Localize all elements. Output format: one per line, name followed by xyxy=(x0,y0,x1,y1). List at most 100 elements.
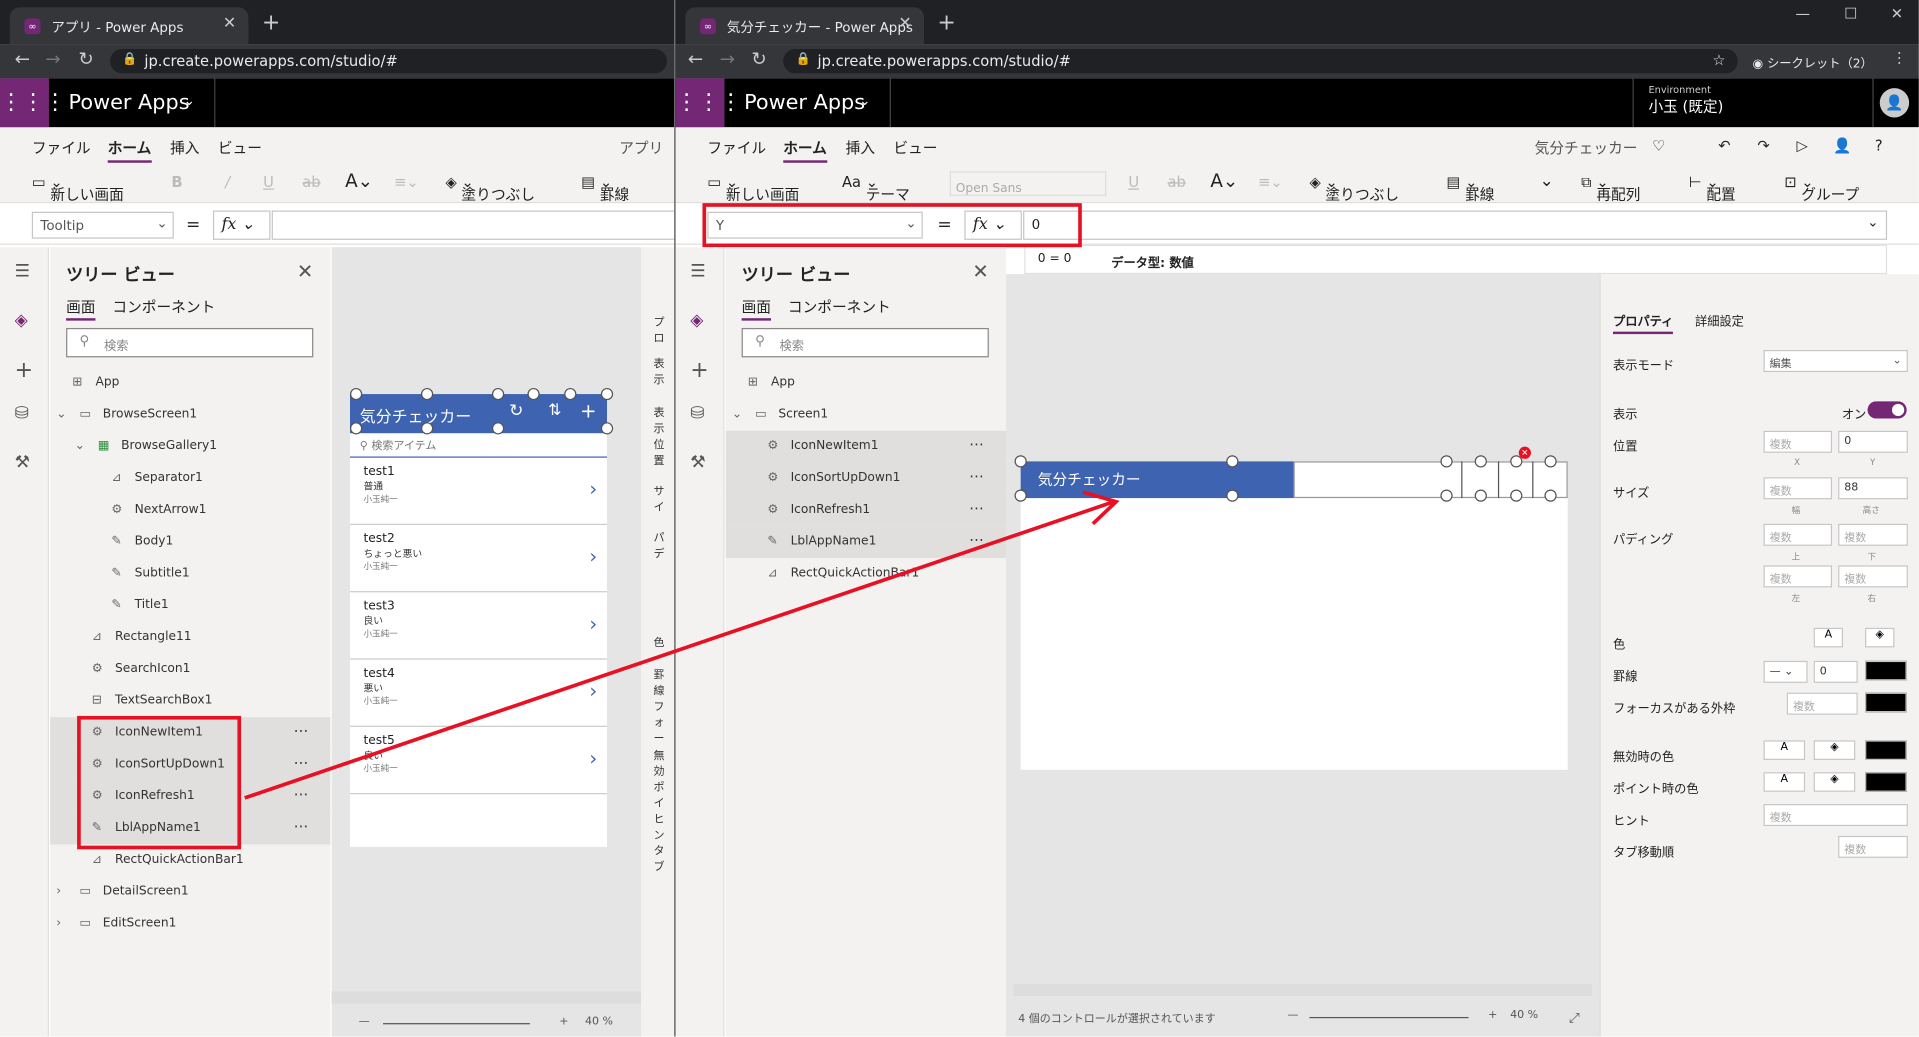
database-icon[interactable]: ⛁ xyxy=(690,404,704,424)
horizontal-scrollbar[interactable] xyxy=(331,991,642,1004)
app-header[interactable]: 気分チェッカー xyxy=(1020,461,1294,499)
resize-handle[interactable] xyxy=(1226,489,1239,502)
browser-tab[interactable]: ∞ アプリ - Power Apps ✕ xyxy=(9,7,249,45)
next-arrow-icon[interactable]: › xyxy=(589,747,597,770)
hover-text-swatch[interactable]: A xyxy=(1763,772,1806,792)
fill-button[interactable]: ◈ 塗りつぶし ⌄ xyxy=(445,174,535,203)
resize-handle[interactable] xyxy=(1014,455,1027,468)
disabled-border-swatch[interactable] xyxy=(1865,740,1907,760)
resize-handle[interactable] xyxy=(491,422,505,435)
resize-handle[interactable] xyxy=(1440,489,1453,502)
underline-button[interactable]: U xyxy=(1128,174,1139,191)
formula-input[interactable] xyxy=(271,210,675,240)
font-color-button[interactable]: A⌄ xyxy=(345,170,373,192)
list-item[interactable]: test5 良い 小玉純一 › xyxy=(350,727,608,795)
list-item[interactable]: test4 悪い 小玉純一 › xyxy=(350,660,608,727)
tab-index-input[interactable]: 複数 xyxy=(1838,835,1908,858)
italic-button[interactable]: / xyxy=(225,174,230,191)
pos-x-input[interactable]: 複数 xyxy=(1763,430,1833,453)
property-dropdown[interactable]: Tooltip ⌄ xyxy=(31,211,174,239)
padding-bottom-input[interactable]: 複数 xyxy=(1838,523,1908,546)
menu-insert[interactable]: 挿入 xyxy=(846,137,875,158)
padding-left-input[interactable]: 複数 xyxy=(1763,565,1833,588)
gallery-search-input[interactable]: ⚲ 検索アイテム xyxy=(350,433,608,458)
tree-search-input[interactable]: ⚲ 検索 xyxy=(66,327,314,358)
resize-handle[interactable] xyxy=(1014,489,1027,502)
brand-name[interactable]: Power Apps xyxy=(744,91,865,115)
tree-node[interactable]: ⌄ ▭ Screen1 xyxy=(726,399,1006,431)
design-canvas[interactable]: 気分チェッカー ↻ ⇅ + ⚲ 検索アイテム test1 普通 小玉純一 › test… xyxy=(331,247,642,1037)
menu-home[interactable]: ホーム xyxy=(107,137,152,163)
menu-insert[interactable]: 挿入 xyxy=(170,137,199,158)
url-field[interactable]: 🔒 jp.create.powerapps.com/studio/# xyxy=(110,48,667,74)
more-icon[interactable]: ⋯ xyxy=(969,467,984,484)
hamburger-icon[interactable]: ☰ xyxy=(690,262,705,282)
fx-button[interactable]: fx ⌄ xyxy=(212,210,271,240)
avatar[interactable]: 👤 xyxy=(1879,88,1910,118)
star-icon[interactable]: ☆ xyxy=(1712,51,1725,68)
list-item[interactable]: test2 ちょっと悪い 小玉純一 › xyxy=(350,525,608,593)
tree-node[interactable]: ⊿ Separator1 xyxy=(50,463,330,495)
url-field[interactable]: 🔒 jp.create.powerapps.com/studio/# ☆ xyxy=(783,48,1738,74)
height-input[interactable]: 88 xyxy=(1838,477,1908,500)
list-item[interactable]: test3 良い 小玉純一 › xyxy=(350,592,608,660)
fill-button[interactable]: ◈ 塗りつぶし ⌄ xyxy=(1309,174,1399,203)
chevron-down-icon[interactable]: ⌄ xyxy=(1867,214,1878,230)
tree-node[interactable]: ✎ Title1 xyxy=(50,590,330,622)
font-color-button[interactable]: A⌄ xyxy=(1210,170,1238,192)
width-input[interactable]: 複数 xyxy=(1763,477,1833,500)
close-tab-icon[interactable]: ✕ xyxy=(223,15,236,33)
text-color-swatch[interactable]: A xyxy=(1813,627,1844,648)
disabled-text-swatch[interactable]: A xyxy=(1763,740,1806,760)
resize-handle[interactable] xyxy=(420,387,434,401)
focus-border-input[interactable]: 複数 xyxy=(1786,692,1858,715)
font-dropdown[interactable]: Open Sans xyxy=(949,171,1107,196)
resize-handle[interactable] xyxy=(564,387,577,401)
waffle-icon[interactable]: ⋮⋮⋮ xyxy=(675,78,742,128)
theme-button[interactable]: Aa テーマ ⌄ xyxy=(842,174,910,203)
reload-icon[interactable]: ↻ xyxy=(78,48,93,70)
next-arrow-icon[interactable]: › xyxy=(589,612,597,635)
tree-node[interactable]: › ▭ EditScreen1 xyxy=(50,908,330,940)
next-arrow-icon[interactable]: › xyxy=(589,679,597,702)
new-tab-icon[interactable]: + xyxy=(262,10,280,36)
close-icon[interactable]: ✕ xyxy=(972,259,988,282)
undo-icon[interactable]: ↶ xyxy=(1718,137,1730,154)
more-icon[interactable]: ⋯ xyxy=(294,754,309,771)
share-user-icon[interactable]: 👤 xyxy=(1833,137,1851,154)
resize-handle[interactable] xyxy=(1440,455,1453,468)
border-width-input[interactable]: 0 xyxy=(1813,660,1858,683)
design-canvas[interactable]: 気分チェッカー ✕ 4 個のコントロールが選択されています — + 40 % ⤢ xyxy=(1005,274,1600,1037)
menu-file[interactable]: ファイル xyxy=(707,137,766,158)
border-style-dropdown[interactable]: — ⌄ xyxy=(1763,660,1808,683)
disabled-fill-swatch[interactable]: ◈ xyxy=(1813,740,1856,760)
menu-home[interactable]: ホーム xyxy=(783,137,827,163)
tree-node[interactable]: ⊟ TextSearchBox1 xyxy=(50,685,330,717)
align-icon[interactable]: ≡⌄ xyxy=(1258,174,1283,191)
tree-node[interactable]: ⊞ App xyxy=(50,367,330,399)
border-color-swatch[interactable] xyxy=(1865,660,1907,681)
hover-border-swatch[interactable] xyxy=(1865,772,1907,792)
list-item[interactable]: test1 普通 小玉純一 › xyxy=(350,458,608,526)
tree-node[interactable]: ⌄ ▭ BrowseScreen1 xyxy=(50,399,330,431)
new-screen-button[interactable]: ▭ 新しい画面 ⌄ xyxy=(707,174,799,203)
border-button[interactable]: ▤ 罫線 ⌄ xyxy=(581,174,629,203)
zoom-slider[interactable] xyxy=(383,1023,530,1025)
hint-input[interactable]: 複数 xyxy=(1763,804,1908,827)
tools-icon[interactable]: ⚒ xyxy=(15,453,30,473)
tree-node-selected[interactable]: ⚙ IconSortUpDown1 ⋯ xyxy=(725,462,1006,495)
resize-handle[interactable] xyxy=(1474,455,1487,468)
next-arrow-icon[interactable]: › xyxy=(589,545,597,568)
back-icon[interactable]: ← xyxy=(688,48,703,70)
reload-icon[interactable]: ↻ xyxy=(751,48,766,70)
tab-screens[interactable]: 画面 xyxy=(66,298,96,321)
app-checker-icon[interactable]: ♡ xyxy=(1652,137,1665,154)
more-vert-icon[interactable]: ⋮ xyxy=(1892,49,1907,66)
resize-handle[interactable] xyxy=(420,422,434,435)
tree-node[interactable]: › ▭ DetailScreen1 xyxy=(50,876,330,908)
resize-handle[interactable] xyxy=(1510,455,1523,468)
environment-picker[interactable]: Environment 小玉 (既定) xyxy=(1648,84,1723,116)
resize-handle[interactable] xyxy=(600,387,614,401)
horizontal-scrollbar[interactable] xyxy=(1013,983,1593,997)
brand-name[interactable]: Power Apps xyxy=(69,91,190,115)
